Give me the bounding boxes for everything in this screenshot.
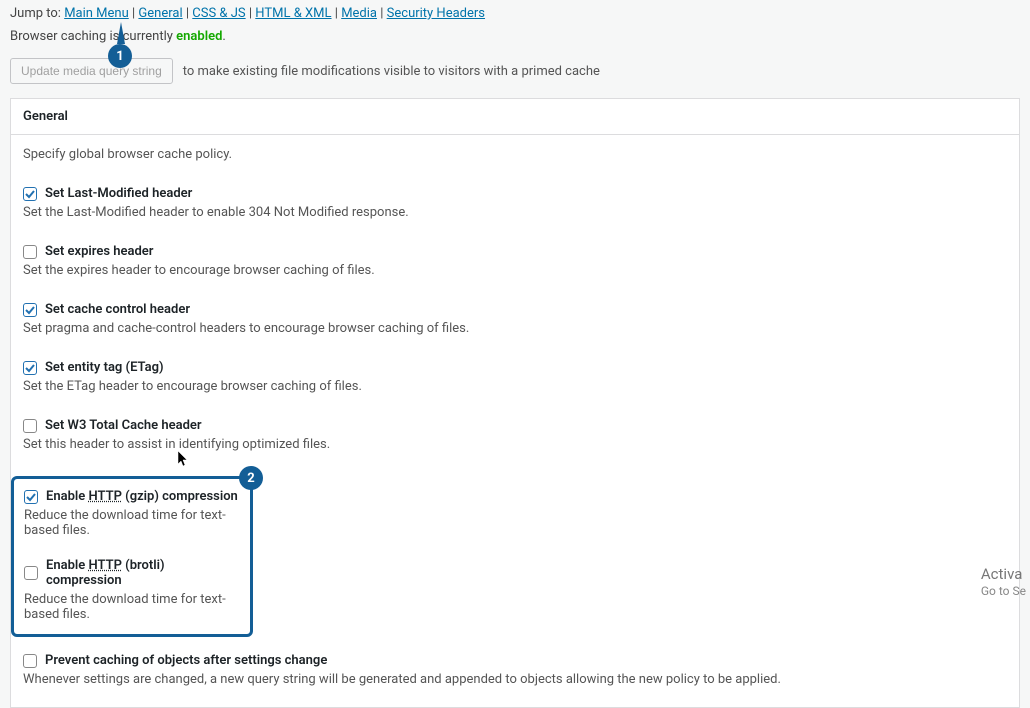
opt-expires: Set expires header Set the expires heade… <box>23 244 1007 278</box>
update-hint: to make existing file modifications visi… <box>183 64 600 79</box>
opt-w3tc-header: Set W3 Total Cache header Set this heade… <box>23 418 1007 452</box>
opt-label: Enable HTTP (brotli) compression <box>46 558 240 588</box>
windows-watermark: Activa Go to Se <box>981 565 1026 600</box>
panel-title: General <box>11 99 1019 135</box>
nav-security-headers[interactable]: Security Headers <box>387 6 485 21</box>
cursor-icon <box>177 450 191 472</box>
opt-brotli: Enable HTTP (brotli) compression Reduce … <box>24 558 240 622</box>
opt-label: Prevent caching of objects after setting… <box>45 653 327 668</box>
opt-label: Enable HTTP (gzip) compression <box>46 489 238 504</box>
checkbox-expires[interactable] <box>23 245 37 259</box>
jump-prefix: Jump to: <box>10 6 61 21</box>
checkbox-brotli[interactable] <box>24 566 38 580</box>
opt-etag: Set entity tag (ETag) Set the ETag heade… <box>23 360 1007 394</box>
highlight-compression-box: 2 Enable HTTP (gzip) compression Reduce … <box>11 476 253 637</box>
opt-cache-control: Set cache control header Set pragma and … <box>23 302 1007 336</box>
opt-label: Set cache control header <box>45 302 190 317</box>
checkbox-cache-control[interactable] <box>23 303 37 317</box>
update-row: Update media query string to make existi… <box>0 52 1030 98</box>
opt-label: Set Last-Modified header <box>45 186 192 201</box>
opt-label: Set entity tag (ETag) <box>45 360 164 375</box>
nav-general[interactable]: General <box>138 6 182 21</box>
annotation-marker-2: 2 <box>239 466 263 490</box>
opt-last-modified: Set Last-Modified header Set the Last-Mo… <box>23 186 1007 220</box>
nav-main-menu[interactable]: Main Menu <box>64 6 129 21</box>
jump-nav: Jump to: Main Menu | General | CSS & JS … <box>0 0 1030 25</box>
checkbox-etag[interactable] <box>23 361 37 375</box>
opt-desc: Set the ETag header to encourage browser… <box>23 379 1007 394</box>
opt-gzip: Enable HTTP (gzip) compression Reduce th… <box>24 489 240 538</box>
nav-html-xml[interactable]: HTML & XML <box>255 6 331 21</box>
update-media-query-button[interactable]: Update media query string <box>10 58 173 84</box>
opt-prevent-caching: Prevent caching of objects after setting… <box>23 653 1007 687</box>
general-panel: General Specify global browser cache pol… <box>10 98 1020 708</box>
opt-desc: Whenever settings are changed, a new que… <box>23 672 1007 687</box>
checkbox-last-modified[interactable] <box>23 187 37 201</box>
opt-desc: Reduce the download time for text-based … <box>24 508 240 538</box>
opt-desc: Set the expires header to encourage brow… <box>23 263 1007 278</box>
checkbox-gzip[interactable] <box>24 490 38 504</box>
opt-desc: Reduce the download time for text-based … <box>24 592 240 622</box>
opt-desc: Set the Last-Modified header to enable 3… <box>23 205 1007 220</box>
checkbox-w3tc-header[interactable] <box>23 419 37 433</box>
opt-desc: Set this header to assist in identifying… <box>23 437 1007 452</box>
nav-media[interactable]: Media <box>341 6 377 21</box>
annotation-marker-1: 1 <box>108 44 132 68</box>
opt-label: Set expires header <box>45 244 153 259</box>
status-enabled: enabled <box>176 29 222 44</box>
policy-desc: Specify global browser cache policy. <box>23 147 1007 162</box>
opt-label: Set W3 Total Cache header <box>45 418 202 433</box>
opt-desc: Set pragma and cache-control headers to … <box>23 321 1007 336</box>
status-line: Browser caching is currently enabled. <box>0 25 1030 52</box>
checkbox-prevent-caching[interactable] <box>23 654 37 668</box>
nav-css-js[interactable]: CSS & JS <box>192 6 245 21</box>
